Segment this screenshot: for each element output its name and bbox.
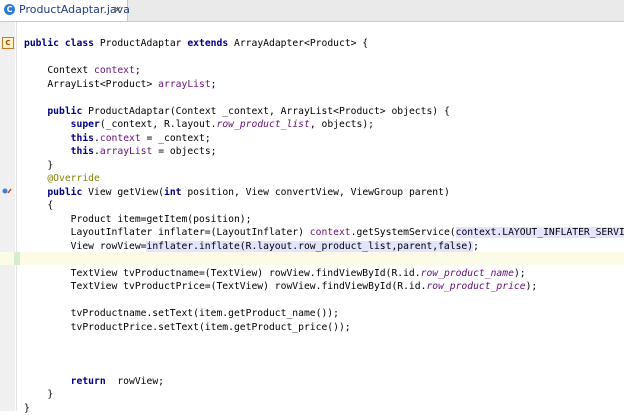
code-line[interactable]: } [24,388,53,402]
code-token [24,187,47,198]
code-token: View rowView= [24,241,146,252]
code-token: position, View convertView, ViewGroup pa… [187,187,449,198]
class-gutter-icon[interactable]: C [2,37,14,49]
code-token: ProductAdaptar [100,38,188,49]
code-token: View getView( [88,187,164,198]
code-line[interactable]: tvProductPrice.setText(item.getProduct_p… [24,321,351,335]
code-line[interactable]: return rowView; [24,375,164,389]
code-token [24,119,71,130]
code-token: public [47,106,88,117]
code-token: tvProductname.setText(item.getProduct_na… [24,308,339,319]
code-line[interactable]: Context context; [24,64,141,78]
code-token [24,376,71,387]
code-token: ArrayList<Product> [24,79,158,90]
code-token: super [71,119,100,130]
code-token: context [94,65,135,76]
code-token [24,133,71,144]
code-token: row_product_price [426,281,525,292]
code-token: } [24,403,30,414]
code-token: ; [473,241,479,252]
code-token: public [47,187,88,198]
code-token: @Override [47,173,100,184]
code-token: this [71,133,94,144]
code-token: ); [526,281,538,292]
code-token: { [24,200,53,211]
code-token: row_product_name [421,268,514,279]
code-line[interactable]: { [24,199,53,213]
fold-guide [16,22,17,411]
code-token: context [100,133,141,144]
code-token: Context [24,65,94,76]
override-method-icon[interactable] [2,186,12,196]
code-token: Product item=getItem(position); [24,214,251,225]
code-token: TextView tvProductPrice=(TextView) rowVi… [24,281,426,292]
code-token: (_context, R.layout. [100,119,217,130]
editor-tab-bar: C ProductAdaptar.java × [0,0,624,22]
code-token: ; [135,65,141,76]
code-token: ; [211,79,217,90]
code-token: tvProductPrice.setText(item.getProduct_p… [24,322,351,333]
code-line[interactable]: } [24,159,53,173]
code-line[interactable]: } [24,402,30,415]
code-line[interactable]: ArrayList<Product> arrayList; [24,78,217,92]
code-token: arrayList [158,79,211,90]
code-line[interactable]: TextView tvProductPrice=(TextView) rowVi… [24,280,537,294]
code-line[interactable]: TextView tvProductname=(TextView) rowVie… [24,267,526,281]
code-line[interactable]: public ProductAdaptar(Context _context, … [24,105,450,119]
code-token: arrayList [100,146,153,157]
code-line[interactable]: View rowView=inflater.inflate(R.layout.r… [24,240,479,254]
code-token: = objects; [152,146,216,157]
code-token: return [71,376,118,387]
code-token: LayoutInflater inflater=(LayoutInflater) [24,227,310,238]
code-token: ); [514,268,526,279]
editor-gutter[interactable] [0,22,15,411]
code-token: context.LAYOUT_INFLATER_SERVICE [456,227,624,238]
code-line[interactable]: public class ProductAdaptar extends Arra… [24,37,368,51]
code-token: , objects); [310,119,374,130]
changed-line-marker [14,252,20,265]
tab-product-adaptar[interactable]: C ProductAdaptar.java × [0,0,128,21]
code-line[interactable]: super(_context, R.layout.row_product_lis… [24,118,374,132]
code-token: = _context; [141,133,211,144]
close-icon[interactable]: × [113,3,122,16]
code-line[interactable]: this.arrayList = objects; [24,145,217,159]
code-token [24,146,71,157]
code-token: ArrayAdapter<Product> { [234,38,368,49]
code-token: rowView; [117,376,164,387]
code-token [24,106,47,117]
code-line[interactable]: @Override [24,172,100,186]
code-line[interactable]: this.context = _context; [24,132,211,146]
code-token: inflater.inflate(R.layout.row_product_li… [146,241,473,252]
code-token: row_product_list [217,119,310,130]
code-token: context [310,227,351,238]
code-token: extends [187,38,234,49]
code-token: TextView tvProductname=(TextView) rowVie… [24,268,421,279]
code-token: } [24,389,53,400]
java-class-icon: C [4,4,15,15]
code-line[interactable]: public View getView(int position, View c… [24,186,450,200]
current-line-highlight [0,252,624,265]
code-token: public class [24,38,100,49]
code-token: ProductAdaptar(Context _context, ArrayLi… [88,106,450,117]
code-token: .getSystemService( [351,227,456,238]
code-line[interactable]: tvProductname.setText(item.getProduct_na… [24,307,339,321]
code-token: this [71,146,94,157]
code-line[interactable]: LayoutInflater inflater=(LayoutInflater)… [24,226,624,240]
code-token: } [24,160,53,171]
code-line[interactable]: Product item=getItem(position); [24,213,251,227]
code-token: int [164,187,187,198]
code-token [24,173,47,184]
